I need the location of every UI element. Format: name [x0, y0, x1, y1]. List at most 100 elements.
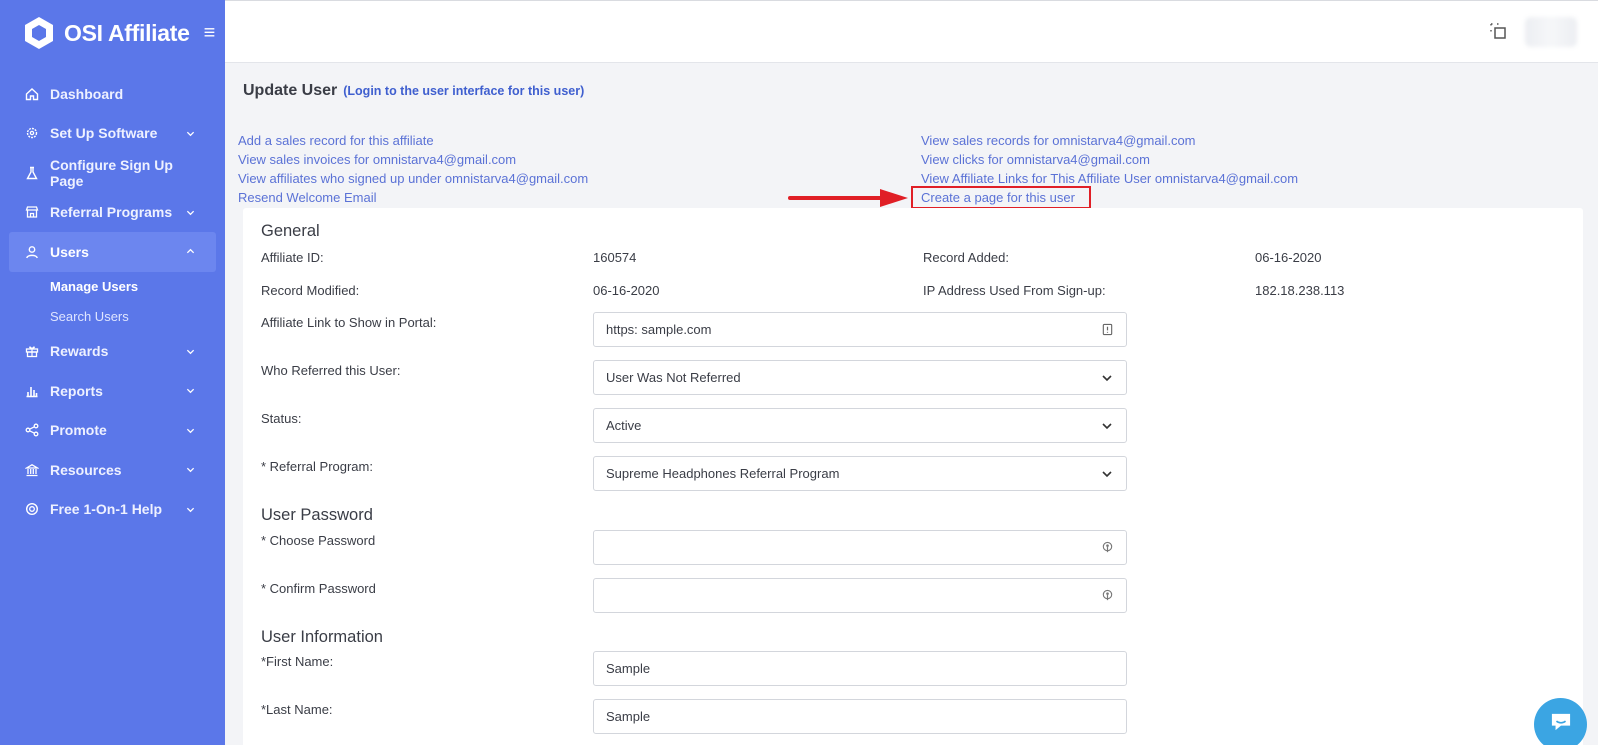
user-avatar[interactable]	[1525, 17, 1577, 47]
choose-password-label: * Choose Password	[261, 533, 376, 548]
section-title-general: General	[261, 222, 320, 240]
affiliate-link-label: Affiliate Link to Show in Portal:	[261, 315, 437, 330]
home-icon	[24, 86, 40, 102]
sidebar-item-label: Configure Sign Up Page	[50, 156, 173, 189]
sidebar-item-promote[interactable]: Promote	[0, 411, 225, 451]
sidebar-item-label: Users	[50, 243, 89, 260]
view-signed-up-affiliates-link[interactable]: View affiliates who signed up under omni…	[238, 171, 588, 186]
bar-chart-icon	[24, 383, 40, 399]
main-content: Update User (Login to the user interface…	[238, 63, 1583, 215]
sidebar-nav: Dashboard Set Up Software Configure Sign…	[0, 74, 225, 529]
sidebar-item-label: Reports	[50, 382, 103, 399]
affiliate-link-value: https: sample.com	[606, 322, 712, 337]
choose-password-input[interactable]	[593, 530, 1127, 565]
chevron-down-icon	[185, 504, 195, 514]
fullscreen-icon[interactable]	[1489, 22, 1507, 40]
sidebar-item-label: Rewards	[50, 343, 109, 360]
sidebar-subitem-manage-users[interactable]: Manage Users	[0, 272, 225, 302]
sidebar-item-free-help[interactable]: Free 1-On-1 Help	[0, 490, 225, 530]
share-icon	[24, 422, 40, 438]
store-icon	[24, 204, 40, 220]
resend-welcome-email-link[interactable]: Resend Welcome Email	[238, 190, 376, 205]
status-label: Status:	[261, 411, 302, 426]
sidebar-item-label: Set Up Software	[50, 125, 158, 142]
ip-address-value: 182.18.238.113	[1255, 283, 1345, 298]
referral-program-select[interactable]: Supreme Headphones Referral Program	[593, 456, 1127, 491]
brand-name: OSI Affiliate	[64, 19, 190, 46]
lifebuoy-icon	[24, 501, 40, 517]
red-arrow-icon	[788, 189, 908, 207]
sidebar-item-label: Referral Programs	[50, 204, 173, 221]
confirm-password-label: * Confirm Password	[261, 581, 376, 596]
user-form-card: General Affiliate ID: 160574 Record Adde…	[243, 208, 1583, 745]
chevron-down-icon	[185, 346, 195, 356]
sidebar-item-users[interactable]: Users	[9, 232, 216, 272]
affiliate-id-label: Affiliate ID:	[261, 250, 324, 265]
sidebar-item-resources[interactable]: Resources	[0, 450, 225, 490]
view-sales-records-link[interactable]: View sales records for omnistarva4@gmail…	[921, 133, 1196, 148]
clipboard-icon	[1100, 323, 1114, 337]
chat-icon	[1549, 712, 1573, 737]
chevron-down-icon	[185, 128, 195, 138]
sidebar-item-dashboard[interactable]: Dashboard	[0, 74, 225, 114]
add-sales-record-link[interactable]: Add a sales record for this affiliate	[238, 133, 434, 148]
last-name-label: *Last Name:	[261, 702, 333, 717]
chat-button[interactable]	[1534, 698, 1587, 745]
gift-icon	[24, 343, 40, 359]
sidebar-item-label: Dashboard	[50, 85, 124, 102]
key-icon	[1100, 589, 1114, 603]
referred-by-value: User Was Not Referred	[606, 370, 741, 385]
topbar	[225, 0, 1598, 63]
sidebar: OSI Affiliate ≡ Dashboard Set Up Softwar…	[0, 0, 225, 745]
referred-by-label: Who Referred this User:	[261, 363, 401, 378]
record-added-value: 06-16-2020	[1255, 250, 1322, 265]
affiliate-id-value: 160574	[593, 250, 637, 265]
record-modified-value: 06-16-2020	[593, 283, 660, 298]
status-value: Active	[606, 418, 642, 433]
record-modified-label: Record Modified:	[261, 283, 360, 298]
view-affiliate-links-link[interactable]: View Affiliate Links for This Affiliate …	[921, 171, 1298, 186]
referral-program-value: Supreme Headphones Referral Program	[606, 466, 840, 481]
chevron-down-icon	[185, 386, 195, 396]
section-title-password: User Password	[261, 506, 373, 524]
last-name-input[interactable]: Sample	[593, 699, 1127, 734]
affiliate-link-input[interactable]: https: sample.com	[593, 312, 1127, 347]
sidebar-item-set-up-software[interactable]: Set Up Software	[0, 114, 225, 154]
chevron-down-icon	[1100, 419, 1114, 433]
osi-logo-icon	[22, 16, 56, 50]
view-clicks-link[interactable]: View clicks for omnistarva4@gmail.com	[921, 152, 1150, 167]
login-as-user-link[interactable]: (Login to the user interface for this us…	[343, 84, 584, 98]
sidebar-item-configure-sign-up-page[interactable]: Configure Sign Up Page	[0, 153, 225, 193]
sidebar-item-rewards[interactable]: Rewards	[0, 332, 225, 372]
user-icon	[24, 244, 40, 260]
hamburger-icon[interactable]: ≡	[204, 23, 216, 43]
status-select[interactable]: Active	[593, 408, 1127, 443]
sidebar-item-reports[interactable]: Reports	[0, 371, 225, 411]
first-name-value: Sample	[606, 661, 651, 676]
bank-icon	[24, 462, 40, 478]
sidebar-item-label: Free 1-On-1 Help	[50, 501, 163, 518]
chevron-up-icon	[185, 247, 195, 257]
sidebar-subitem-search-users[interactable]: Search Users	[0, 302, 225, 332]
sidebar-item-referral-programs[interactable]: Referral Programs	[0, 193, 225, 233]
highlight-box	[911, 186, 1091, 209]
last-name-value: Sample	[606, 709, 651, 724]
view-sales-invoices-link[interactable]: View sales invoices for omnistarva4@gmai…	[238, 152, 516, 167]
chevron-down-icon	[185, 425, 195, 435]
gear-icon	[24, 125, 40, 141]
first-name-input[interactable]: Sample	[593, 651, 1127, 686]
sidebar-item-label: Promote	[50, 422, 107, 439]
flask-icon	[24, 165, 40, 181]
brand[interactable]: OSI Affiliate ≡	[0, 0, 225, 66]
confirm-password-input[interactable]	[593, 578, 1127, 613]
referral-program-label: * Referral Program:	[261, 459, 373, 474]
section-title-user-info: User Information	[261, 628, 383, 646]
sidebar-item-label: Resources	[50, 461, 122, 478]
action-links: Add a sales record for this affiliate Vi…	[238, 100, 1583, 215]
chevron-down-icon	[1100, 467, 1114, 481]
record-added-label: Record Added:	[923, 250, 1010, 265]
chevron-down-icon	[185, 465, 195, 475]
chevron-down-icon	[1100, 371, 1114, 385]
chevron-down-icon	[185, 207, 195, 217]
referred-by-select[interactable]: User Was Not Referred	[593, 360, 1127, 395]
